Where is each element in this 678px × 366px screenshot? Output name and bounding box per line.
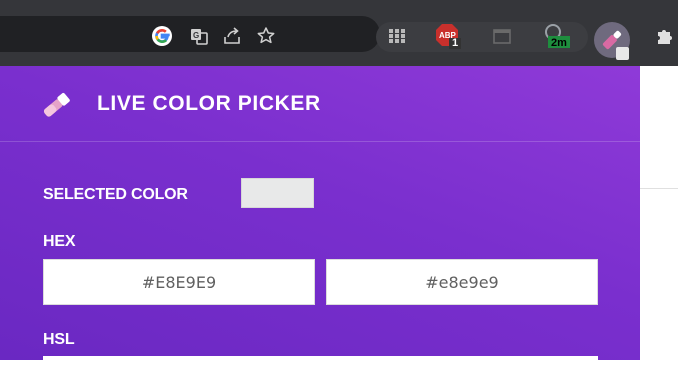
popup-title: LIVE COLOR PICKER <box>97 92 321 115</box>
extensions-puzzle-icon[interactable] <box>653 25 675 47</box>
popup-header: LIVE COLOR PICKER <box>0 66 640 142</box>
hsl-label: HSL <box>43 331 75 348</box>
hex-uppercase-field[interactable]: #E8E9E9 <box>43 259 315 305</box>
divider <box>640 188 678 189</box>
timer-badge: 2m <box>551 37 567 49</box>
eyedropper-icon <box>38 90 74 120</box>
page-content <box>640 66 678 360</box>
timer-icon[interactable]: 2m <box>542 24 570 49</box>
selected-color-swatch <box>241 178 314 208</box>
window-icon[interactable] <box>491 25 513 47</box>
grid-icon[interactable] <box>386 25 408 47</box>
translate-icon[interactable]: G <box>188 25 210 47</box>
share-icon[interactable] <box>221 25 243 47</box>
adblock-badge: 1 <box>452 37 459 49</box>
browser-toolbar: G ABP 1 2m <box>0 0 678 66</box>
hsl-field[interactable] <box>43 356 598 366</box>
google-icon[interactable] <box>151 25 173 47</box>
color-picker-popup: LIVE COLOR PICKER SELECTED COLOR HEX #E8… <box>0 66 640 366</box>
hex-label: HEX <box>43 233 76 250</box>
hex-lowercase-field[interactable]: #e8e9e9 <box>326 259 598 305</box>
selected-color-label: SELECTED COLOR <box>43 186 188 203</box>
color-picker-extension-icon[interactable] <box>591 20 633 62</box>
svg-text:G: G <box>193 31 199 40</box>
adblock-icon[interactable]: ABP 1 <box>433 24 463 49</box>
bookmark-star-icon[interactable] <box>255 25 277 47</box>
